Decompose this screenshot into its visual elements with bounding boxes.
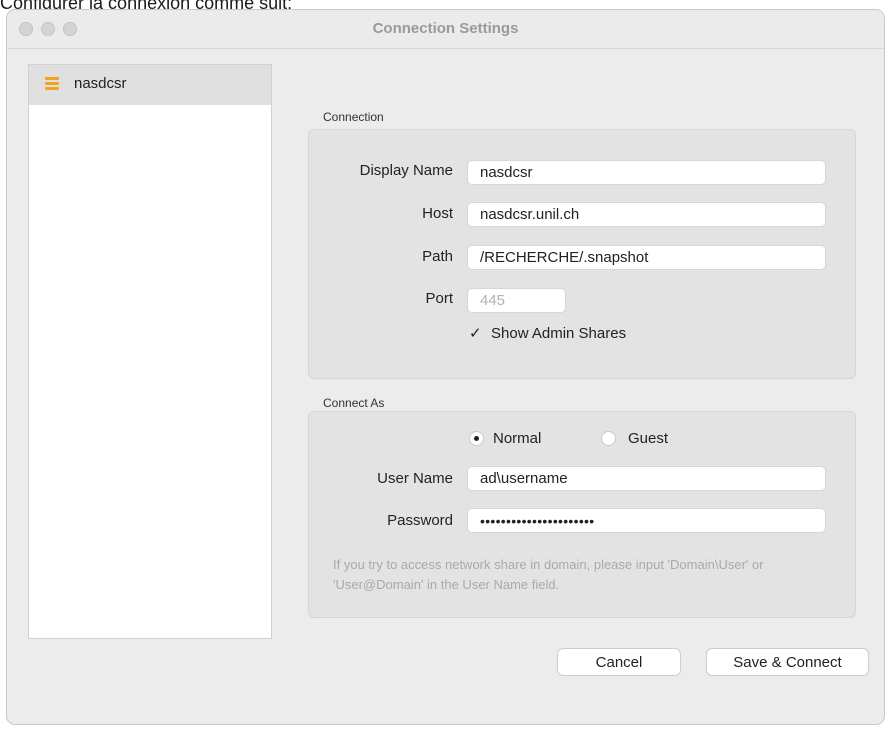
connections-sidebar: nasdcsr bbox=[28, 64, 272, 639]
password-label: Password bbox=[387, 512, 453, 529]
cancel-button[interactable]: Cancel bbox=[557, 648, 681, 676]
display-name-field[interactable] bbox=[467, 160, 826, 185]
radio-guest[interactable] bbox=[601, 431, 616, 446]
save-connect-button[interactable]: Save & Connect bbox=[706, 648, 869, 676]
host-field[interactable] bbox=[467, 202, 826, 227]
password-field[interactable] bbox=[467, 508, 826, 533]
radio-normal-label: Normal bbox=[493, 430, 542, 447]
connection-section-label: Connection bbox=[323, 110, 384, 124]
window-title: Connection Settings bbox=[372, 20, 519, 37]
radio-selected-dot bbox=[474, 436, 479, 441]
connect-as-section-label: Connect As bbox=[323, 396, 385, 410]
path-field[interactable] bbox=[467, 245, 826, 270]
user-name-label: User Name bbox=[377, 470, 453, 487]
user-name-field[interactable] bbox=[467, 466, 826, 491]
checkmark-icon: ✓ bbox=[469, 325, 482, 342]
sidebar-item-label: nasdcsr bbox=[74, 75, 127, 92]
display-name-label: Display Name bbox=[359, 162, 453, 179]
server-icon bbox=[45, 77, 59, 92]
radio-normal[interactable] bbox=[469, 431, 484, 446]
sidebar-item-nasdcsr[interactable]: nasdcsr bbox=[29, 65, 271, 105]
domain-hint-text: If you try to access network share in do… bbox=[333, 557, 764, 592]
title-bar: Connection Settings bbox=[7, 10, 884, 49]
path-label: Path bbox=[422, 248, 453, 265]
port-field[interactable] bbox=[467, 288, 566, 313]
port-label: Port bbox=[425, 290, 453, 307]
host-label: Host bbox=[422, 205, 453, 222]
radio-guest-label: Guest bbox=[628, 430, 669, 447]
show-admin-shares-label: Show Admin Shares bbox=[491, 325, 627, 342]
